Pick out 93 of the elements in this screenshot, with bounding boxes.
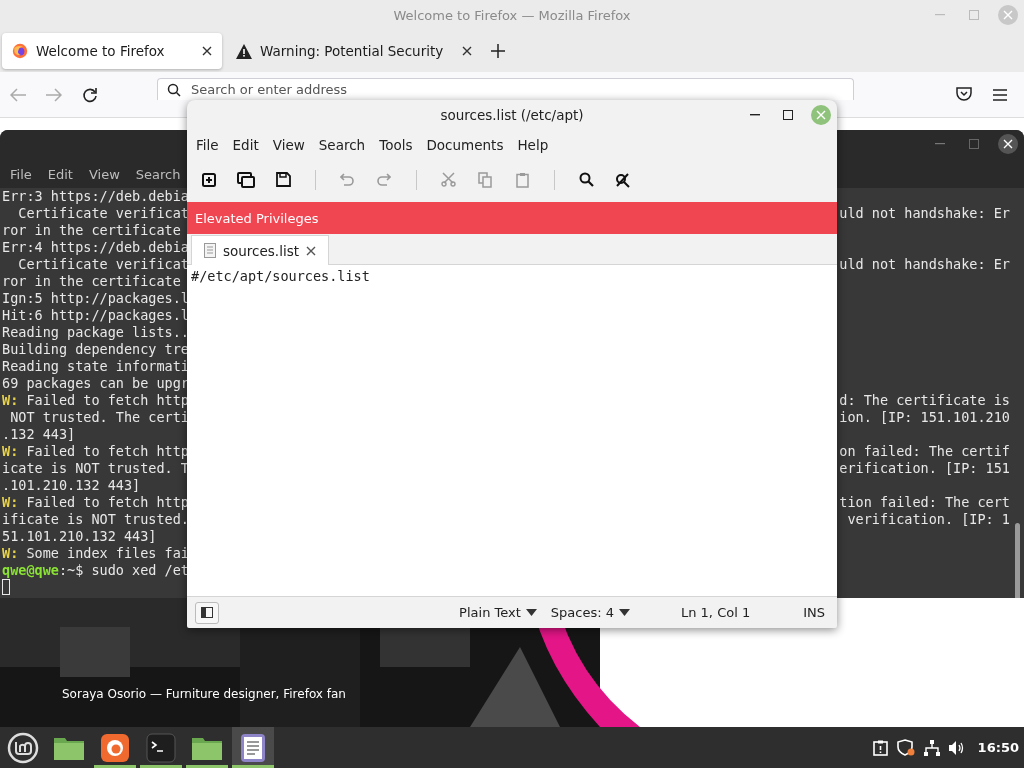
scissors-icon — [440, 172, 456, 187]
redo-icon — [377, 173, 391, 186]
terminal-line: Certificate verificat — [17, 256, 189, 273]
cursor-position: Ln 1, Col 1 — [681, 605, 751, 620]
menu-item[interactable]: Help — [510, 136, 556, 153]
save-icon — [275, 172, 291, 187]
clipboard-icon[interactable] — [872, 739, 888, 756]
menu-item[interactable]: View — [80, 166, 128, 182]
maximize-icon[interactable] — [783, 110, 793, 120]
terminal-line: uld not handshake: Er — [839, 256, 1010, 273]
terminal-line: ificate is NOT trusted. — [2, 511, 189, 528]
terminal-line: W: Failed to fetch http — [2, 392, 189, 409]
window-title: sources.list (/etc/apt) — [440, 107, 584, 123]
terminal-line: ion. [IP: 151.101.210 — [839, 409, 1010, 426]
close-button[interactable] — [998, 134, 1018, 154]
address-field[interactable]: Search or enter address — [157, 78, 854, 100]
terminal-line: verification. [IP: 1 — [846, 511, 1010, 528]
terminal-line: 51.101.210.132 443] — [2, 528, 157, 545]
volume-icon[interactable] — [948, 740, 965, 755]
menu-item[interactable]: View — [265, 136, 312, 153]
insert-mode: INS — [803, 605, 825, 620]
terminal-line: Reading state informati — [2, 358, 189, 375]
plus-icon[interactable] — [491, 44, 505, 58]
language-dropdown[interactable]: Plain Text — [454, 605, 542, 620]
shield-icon[interactable] — [896, 739, 915, 756]
firefox-icon — [100, 732, 130, 763]
browser-tab[interactable]: Warning: Potential Security — [226, 33, 482, 69]
terminal-line: W: Failed to fetch http — [2, 443, 189, 460]
clock: 16:50 — [977, 740, 1019, 755]
terminal-line: d: The certificate is — [839, 392, 1010, 409]
browser-tab[interactable]: Welcome to Firefox — [2, 33, 222, 69]
pocket-icon[interactable] — [956, 87, 972, 102]
terminal-line: Certificate verificat — [17, 205, 189, 222]
menu-item[interactable]: Search — [127, 166, 189, 182]
window-title: Welcome to Firefox — Mozilla Firefox — [393, 7, 631, 23]
terminal-line: Hit:6 http://packages.l — [2, 307, 189, 324]
terminal-line: .101.210.132 443] — [2, 477, 141, 494]
warning-icon — [236, 43, 252, 59]
mint-logo-icon[interactable] — [7, 731, 39, 764]
sidebar-icon — [201, 607, 213, 618]
photo-caption: Soraya Osorio — Furniture designer, Firefox fan — [62, 687, 346, 701]
terminal-line: 69 packages can be upgr — [2, 375, 189, 392]
sidebar-toggle[interactable] — [195, 601, 219, 624]
terminal-line: ror in the certificate — [2, 273, 181, 290]
search-icon — [578, 172, 594, 187]
terminal-line: Ign:5 http://packages.l — [2, 290, 189, 307]
menu-item[interactable]: Documents — [419, 136, 511, 153]
close-icon[interactable] — [202, 46, 212, 56]
close-icon[interactable] — [462, 46, 472, 56]
close-icon[interactable] — [306, 245, 316, 256]
terminal-line: W: Some index files fai — [2, 545, 189, 562]
privilege-banner: Elevated Privileges — [187, 202, 837, 234]
documents-icon — [237, 171, 255, 188]
network-icon[interactable] — [923, 739, 940, 756]
reload-icon[interactable] — [82, 86, 98, 103]
terminal-line: qwe@qwe:~$ sudo xed /et — [2, 562, 189, 579]
terminal-line: W: Failed to fetch http — [2, 494, 189, 511]
document-tab[interactable]: sources.list — [191, 235, 329, 265]
terminal-icon — [146, 732, 176, 763]
firefox-icon — [12, 43, 28, 59]
terminal-line: erification. [IP: 151 — [839, 460, 1010, 477]
editor-text: #/etc/apt/sources.list — [191, 268, 370, 284]
copy-icon — [478, 171, 492, 188]
terminal-line: tion failed: The cert — [839, 494, 1010, 511]
minimize-icon[interactable] — [750, 114, 760, 116]
terminal-line: ror in the certificate — [2, 222, 181, 239]
menu-icon[interactable] — [993, 88, 1007, 101]
terminal-line: Err:3 https://deb.debia — [2, 188, 189, 205]
menu-item[interactable]: File — [189, 136, 226, 153]
terminal-line: NOT trusted. The certi — [9, 409, 189, 426]
terminal-line: .132 443] — [2, 426, 76, 443]
terminal-line: uld not handshake: Er — [839, 205, 1010, 222]
terminal-line: Err:4 https://deb.debia — [2, 239, 189, 256]
clipboard-icon — [515, 171, 529, 188]
caret-icon — [525, 609, 537, 616]
scrollbar[interactable] — [1015, 523, 1020, 598]
document-icon — [204, 243, 216, 258]
terminal-line: Reading package lists.. — [2, 324, 189, 341]
menu-item[interactable]: Tools — [372, 136, 420, 153]
text-editor-icon — [240, 732, 266, 763]
terminal-line: on failed: The certif — [839, 443, 1010, 460]
minimize-icon[interactable] — [935, 143, 945, 145]
undo-icon — [340, 173, 354, 186]
menu-item[interactable]: Edit — [39, 166, 81, 182]
new-document-icon — [202, 172, 216, 187]
menu-item[interactable]: File — [2, 166, 40, 182]
find-replace-icon — [615, 171, 631, 188]
text-cursor — [2, 579, 10, 595]
menu-item[interactable]: Edit — [225, 136, 266, 153]
caret-icon — [619, 609, 630, 616]
taskbar-app[interactable] — [232, 727, 274, 768]
spaces-dropdown[interactable]: Spaces: 4 — [545, 605, 635, 620]
menu-item[interactable]: Search — [311, 136, 373, 153]
